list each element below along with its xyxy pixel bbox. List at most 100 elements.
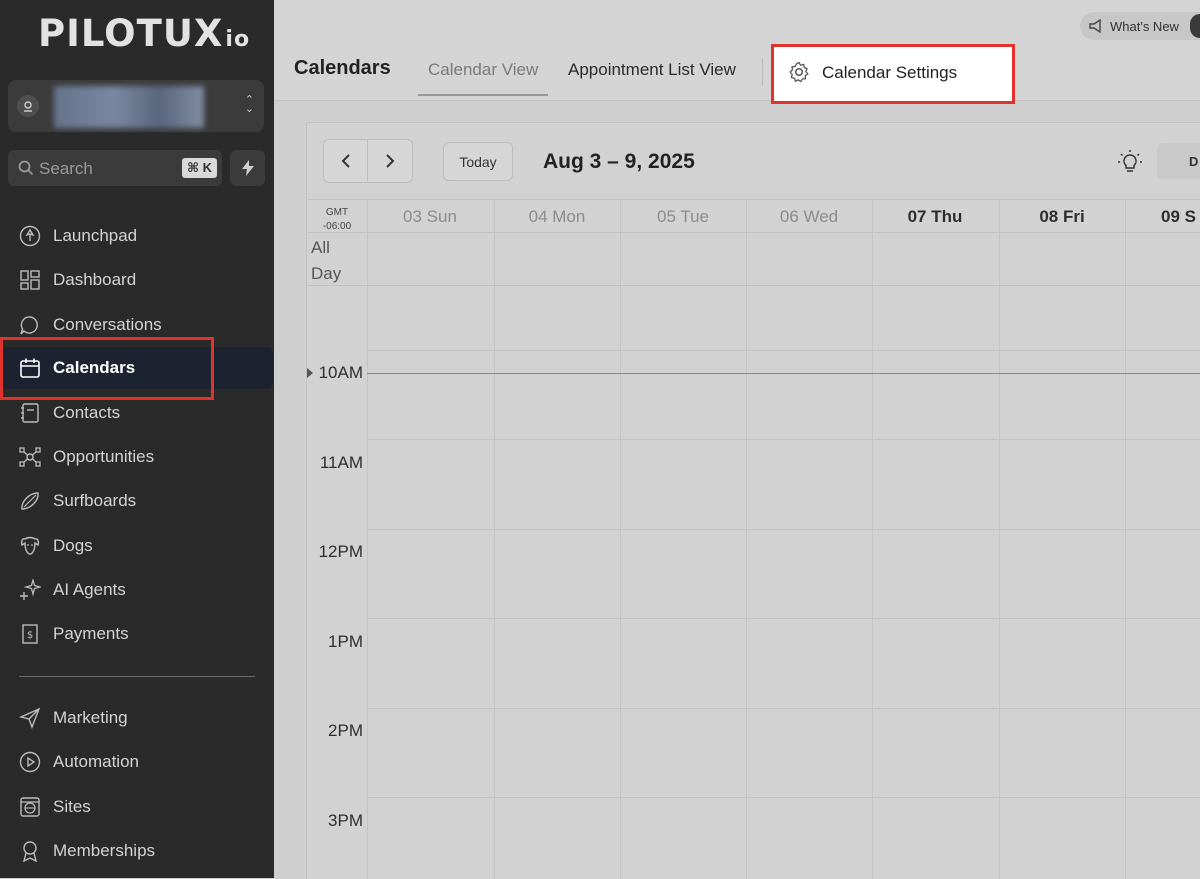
paper-plane-icon xyxy=(19,707,41,729)
date-range: Aug 3 – 9, 2025 xyxy=(543,150,695,173)
top-bar: What's New Calendars Calendar View Appoi… xyxy=(274,0,1200,104)
grid-icon xyxy=(20,270,40,290)
highlight-box-calendars xyxy=(0,337,214,400)
sidebar-item-opportunities[interactable]: Opportunities xyxy=(0,436,274,478)
all-day-row xyxy=(307,231,1200,286)
grid-row-line xyxy=(367,350,1200,351)
sidebar-item-label: Automation xyxy=(53,752,139,771)
time-label-3pm: 3PM xyxy=(328,811,363,830)
grid-row-line xyxy=(367,439,1200,440)
tab-calendar-view[interactable]: Calendar View xyxy=(428,60,538,80)
megaphone-icon xyxy=(1089,18,1101,34)
svg-text:$: $ xyxy=(27,630,33,641)
grid-row-line xyxy=(367,529,1200,530)
gear-icon xyxy=(789,61,809,83)
sidebar-item-label: Contacts xyxy=(53,403,121,422)
calendar-panel: Today Aug 3 – 9, 2025 D GMT -06:00 03 Su… xyxy=(306,122,1200,879)
rocket-icon xyxy=(19,225,41,247)
globe-icon xyxy=(20,797,40,817)
sparkle-icon xyxy=(20,579,41,600)
next-week-button[interactable] xyxy=(367,139,413,183)
current-time-line xyxy=(367,373,1200,374)
tab-separator xyxy=(762,58,763,86)
day-header-fri[interactable]: 08 Fri xyxy=(999,207,1125,227)
sidebar-item-label: Launchpad xyxy=(53,226,138,245)
active-tab-underline xyxy=(418,94,548,96)
sidebar-item-contacts[interactable]: Contacts xyxy=(0,392,274,434)
grid-column-line xyxy=(872,199,873,879)
day-header-wed[interactable]: 06 Wed xyxy=(746,207,872,227)
grid-row-line xyxy=(367,797,1200,798)
logo-text: PILOTUX xyxy=(38,12,224,55)
sidebar-item-label: Payments xyxy=(53,624,129,643)
search-shortcut: ⌘ K xyxy=(181,158,217,178)
sidebar-divider xyxy=(19,676,255,677)
sidebar-item-launchpad[interactable]: Launchpad xyxy=(0,215,274,257)
quick-action-button[interactable] xyxy=(230,150,265,186)
timezone-label: GMT -06:00 xyxy=(307,206,367,234)
sidebar-item-label: Dashboard xyxy=(53,270,137,289)
dollar-document-icon: $ xyxy=(22,624,38,644)
search-icon xyxy=(18,160,34,176)
sidebar-item-label: Surfboards xyxy=(53,491,137,510)
sidebar-item-label: Marketing xyxy=(53,708,128,727)
sidebar-item-label: Memberships xyxy=(53,841,156,860)
tab-calendar-settings[interactable]: Calendar Settings xyxy=(771,44,1015,104)
sidebar-item-label: Conversations xyxy=(53,315,162,334)
lightbulb-icon[interactable] xyxy=(1117,149,1143,175)
chat-bubble-icon xyxy=(20,316,38,335)
timezone-line-1: GMT xyxy=(325,207,349,218)
time-label-11am: 11AM xyxy=(319,453,363,472)
page-title: Calendars xyxy=(294,57,391,79)
sidebar-item-marketing[interactable]: Marketing xyxy=(0,697,274,739)
grid-row-line xyxy=(367,618,1200,619)
grid-column-line xyxy=(494,199,495,879)
day-header-sun[interactable]: 03 Sun xyxy=(367,207,493,227)
whats-new-label: What's New xyxy=(1110,19,1179,34)
sidebar-item-payments[interactable]: $ Payments xyxy=(0,613,274,655)
sidebar-item-dogs[interactable]: Dogs xyxy=(0,525,274,567)
day-header-tue[interactable]: 05 Tue xyxy=(620,207,746,227)
search-input[interactable]: Search ⌘ K xyxy=(8,150,222,186)
day-header-mon[interactable]: 04 Mon xyxy=(494,207,620,227)
today-button[interactable]: Today xyxy=(443,142,513,181)
view-selector[interactable]: D xyxy=(1157,143,1200,179)
sidebar-item-memberships[interactable]: Memberships xyxy=(0,830,274,872)
whats-new-button[interactable]: What's New xyxy=(1080,12,1200,40)
sidebar-item-dashboard[interactable]: Dashboard xyxy=(0,259,274,301)
chevron-updown-icon: ⌃ ⌄ xyxy=(244,94,254,115)
grid-row-line xyxy=(367,708,1200,709)
account-name-blurred xyxy=(54,86,204,128)
all-day-label: All Day xyxy=(311,235,341,287)
grid-column-line xyxy=(1125,199,1126,879)
all-day-line-2: Day xyxy=(311,264,342,283)
award-icon xyxy=(23,841,37,862)
logo[interactable]: PILOTUX io xyxy=(38,12,250,56)
chevron-right-icon xyxy=(386,154,395,168)
sidebar-item-label: Opportunities xyxy=(53,447,155,466)
tab-label: Calendar Settings xyxy=(822,63,958,82)
grid-column-line xyxy=(367,199,368,879)
sidebar-item-automation[interactable]: Automation xyxy=(0,741,274,783)
day-header-sat[interactable]: 09 S xyxy=(1125,207,1200,227)
sidebar-item-sites[interactable]: Sites xyxy=(0,786,274,828)
day-header-thu[interactable]: 07 Thu xyxy=(872,207,998,227)
theme-toggle[interactable] xyxy=(1190,14,1200,38)
previous-week-button[interactable] xyxy=(323,139,369,183)
play-circle-icon xyxy=(19,751,41,773)
sidebar-item-surfboards[interactable]: Surfboards xyxy=(0,480,274,522)
sidebar: PILOTUX io ⌃ ⌄ Search ⌘ K Launchpad Dashb… xyxy=(0,0,274,878)
address-book-icon xyxy=(21,403,39,423)
time-label-10am: 10AM xyxy=(318,363,363,382)
chevron-left-icon xyxy=(341,154,350,168)
account-switcher[interactable]: ⌃ ⌄ xyxy=(8,80,264,132)
sidebar-item-label: AI Agents xyxy=(53,580,126,599)
sidebar-item-ai-agents[interactable]: AI Agents xyxy=(0,569,274,611)
grid-column-line xyxy=(999,199,1000,879)
grid-column-line xyxy=(746,199,747,879)
tab-appointment-list-view[interactable]: Appointment List View xyxy=(568,60,736,80)
lightning-icon xyxy=(241,160,254,176)
logo-suffix: io xyxy=(225,27,251,52)
dog-icon xyxy=(20,536,40,555)
surfboard-icon xyxy=(21,492,39,510)
